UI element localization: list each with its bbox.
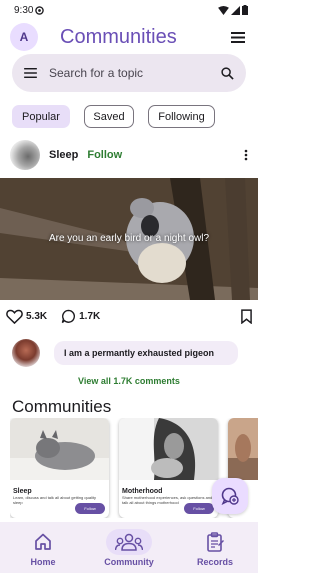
nav-label: Community (104, 556, 154, 567)
view-all-comments-link[interactable]: View all 1.7K comments (0, 376, 258, 386)
card-title: Motherhood (122, 488, 163, 495)
nav-icon-container (192, 529, 238, 555)
nav-item-community[interactable]: Community (99, 528, 159, 567)
wifi-icon (218, 5, 229, 15)
nav-item-records[interactable]: Records (185, 529, 245, 567)
follow-button[interactable]: Follow (87, 149, 122, 161)
post-reactions: 5.3K 1.7K (6, 306, 252, 326)
partial-card-image (228, 418, 258, 480)
bookmark-icon[interactable] (241, 308, 252, 324)
menu-button[interactable] (228, 27, 248, 47)
groups-icon (115, 533, 143, 551)
chat-add-icon (221, 487, 239, 505)
nav-label: Home (30, 556, 56, 567)
chip-popular[interactable]: Popular (12, 105, 70, 128)
comment-text: I am a permantly exhausted pigeon (54, 341, 238, 365)
status-time: 9:30 (14, 4, 34, 16)
more-vert-icon[interactable] (244, 149, 248, 161)
post-author[interactable]: Sleep (49, 149, 78, 161)
status-left: 9:30 (14, 4, 45, 16)
nav-item-home[interactable]: Home (13, 529, 73, 567)
home-icon (35, 533, 51, 550)
chip-following[interactable]: Following (148, 105, 215, 128)
post-header: Sleep Follow (10, 140, 248, 170)
nav-icon-container (106, 528, 152, 555)
search-input[interactable]: Search for a topic (49, 66, 221, 80)
comments-count: 1.7K (79, 310, 101, 322)
new-post-fab[interactable] (212, 478, 248, 514)
notification-icon (35, 5, 45, 15)
communities-section-title: Communities (12, 397, 112, 416)
filter-chips: Popular Saved Following (12, 105, 215, 128)
status-bar: 9:30 (0, 0, 258, 20)
like-button[interactable]: 5.3K (6, 309, 47, 324)
post-image[interactable]: Are you an early bird or a night owl? (0, 178, 258, 300)
card-title: Sleep (13, 488, 32, 495)
chip-saved[interactable]: Saved (84, 105, 134, 128)
search-menu-icon[interactable] (24, 68, 37, 78)
sleep-card-image (10, 418, 109, 480)
heart-icon (6, 309, 23, 324)
comment-icon (61, 309, 76, 323)
search-icon[interactable] (221, 66, 234, 80)
card-follow-button[interactable]: Follow (184, 503, 214, 514)
community-card-motherhood[interactable]: Motherhood Share motherhood experiences,… (119, 418, 218, 518)
page-title: Communities (60, 25, 177, 48)
card-follow-button[interactable]: Follow (75, 503, 105, 514)
motherhood-card-image (119, 418, 218, 480)
commenter-avatar[interactable] (12, 339, 40, 367)
battery-icon (242, 5, 248, 15)
nav-label: Records (196, 556, 233, 567)
post-community-avatar[interactable] (10, 140, 40, 170)
bottom-navigation: Home Community Records (0, 522, 258, 573)
search-bar[interactable]: Search for a topic (12, 54, 246, 92)
hamburger-menu-icon (231, 31, 245, 43)
community-card-sleep[interactable]: Sleep Learn, discuss and talk all about … (10, 418, 109, 518)
post-caption: Are you an early bird or a night owl? (48, 233, 210, 244)
top-comment: I am a permantly exhausted pigeon (12, 339, 238, 367)
clipboard-icon (207, 531, 224, 552)
comment-button[interactable]: 1.7K (61, 309, 100, 324)
nav-icon-container (20, 529, 66, 555)
user-avatar[interactable]: A (10, 23, 38, 51)
likes-count: 5.3K (26, 310, 48, 322)
app-bar: A Communities (0, 20, 258, 54)
cellular-icon (231, 5, 240, 15)
status-right (218, 5, 248, 15)
